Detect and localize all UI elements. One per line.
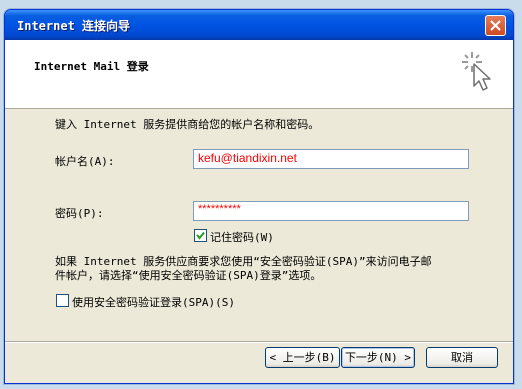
remember-password-label[interactable]: 记住密码(W) [210, 229, 274, 245]
next-button[interactable]: 下一步(N) > [341, 347, 415, 368]
footer-divider [5, 341, 513, 343]
window-title: Internet 连接向导 [17, 19, 131, 33]
back-button[interactable]: < 上一步(B) [265, 347, 340, 368]
wizard-header: Internet Mail 登录 [5, 40, 513, 109]
wizard-window: Internet 连接向导 Internet Mail 登录 键入 Intern… [4, 9, 514, 384]
close-button[interactable] [485, 15, 506, 36]
title-bar[interactable]: Internet 连接向导 [5, 10, 513, 40]
spa-note-line2: 件帐户，请选择“使用安全密码验证(SPA)登录”选项。 [55, 269, 322, 282]
remember-password-checkbox[interactable] [194, 229, 207, 242]
page-title: Internet Mail 登录 [34, 60, 149, 73]
account-label: 帐户名(A): [55, 155, 115, 168]
account-name-input[interactable]: kefu@tiandixin.net [193, 149, 469, 169]
spa-label[interactable]: 使用安全密码验证登录(SPA)(S) [72, 294, 235, 310]
password-label: 密码(P): [55, 207, 104, 220]
checkmark-icon [196, 231, 205, 240]
intro-text: 键入 Internet 服务提供商给您的帐户名称和密码。 [55, 118, 320, 131]
password-input[interactable]: ********** [193, 201, 469, 221]
spa-checkbox[interactable] [56, 294, 69, 307]
cancel-button[interactable]: 取消 [426, 347, 498, 368]
wizard-cursor-icon [462, 52, 491, 91]
close-icon [490, 20, 501, 31]
